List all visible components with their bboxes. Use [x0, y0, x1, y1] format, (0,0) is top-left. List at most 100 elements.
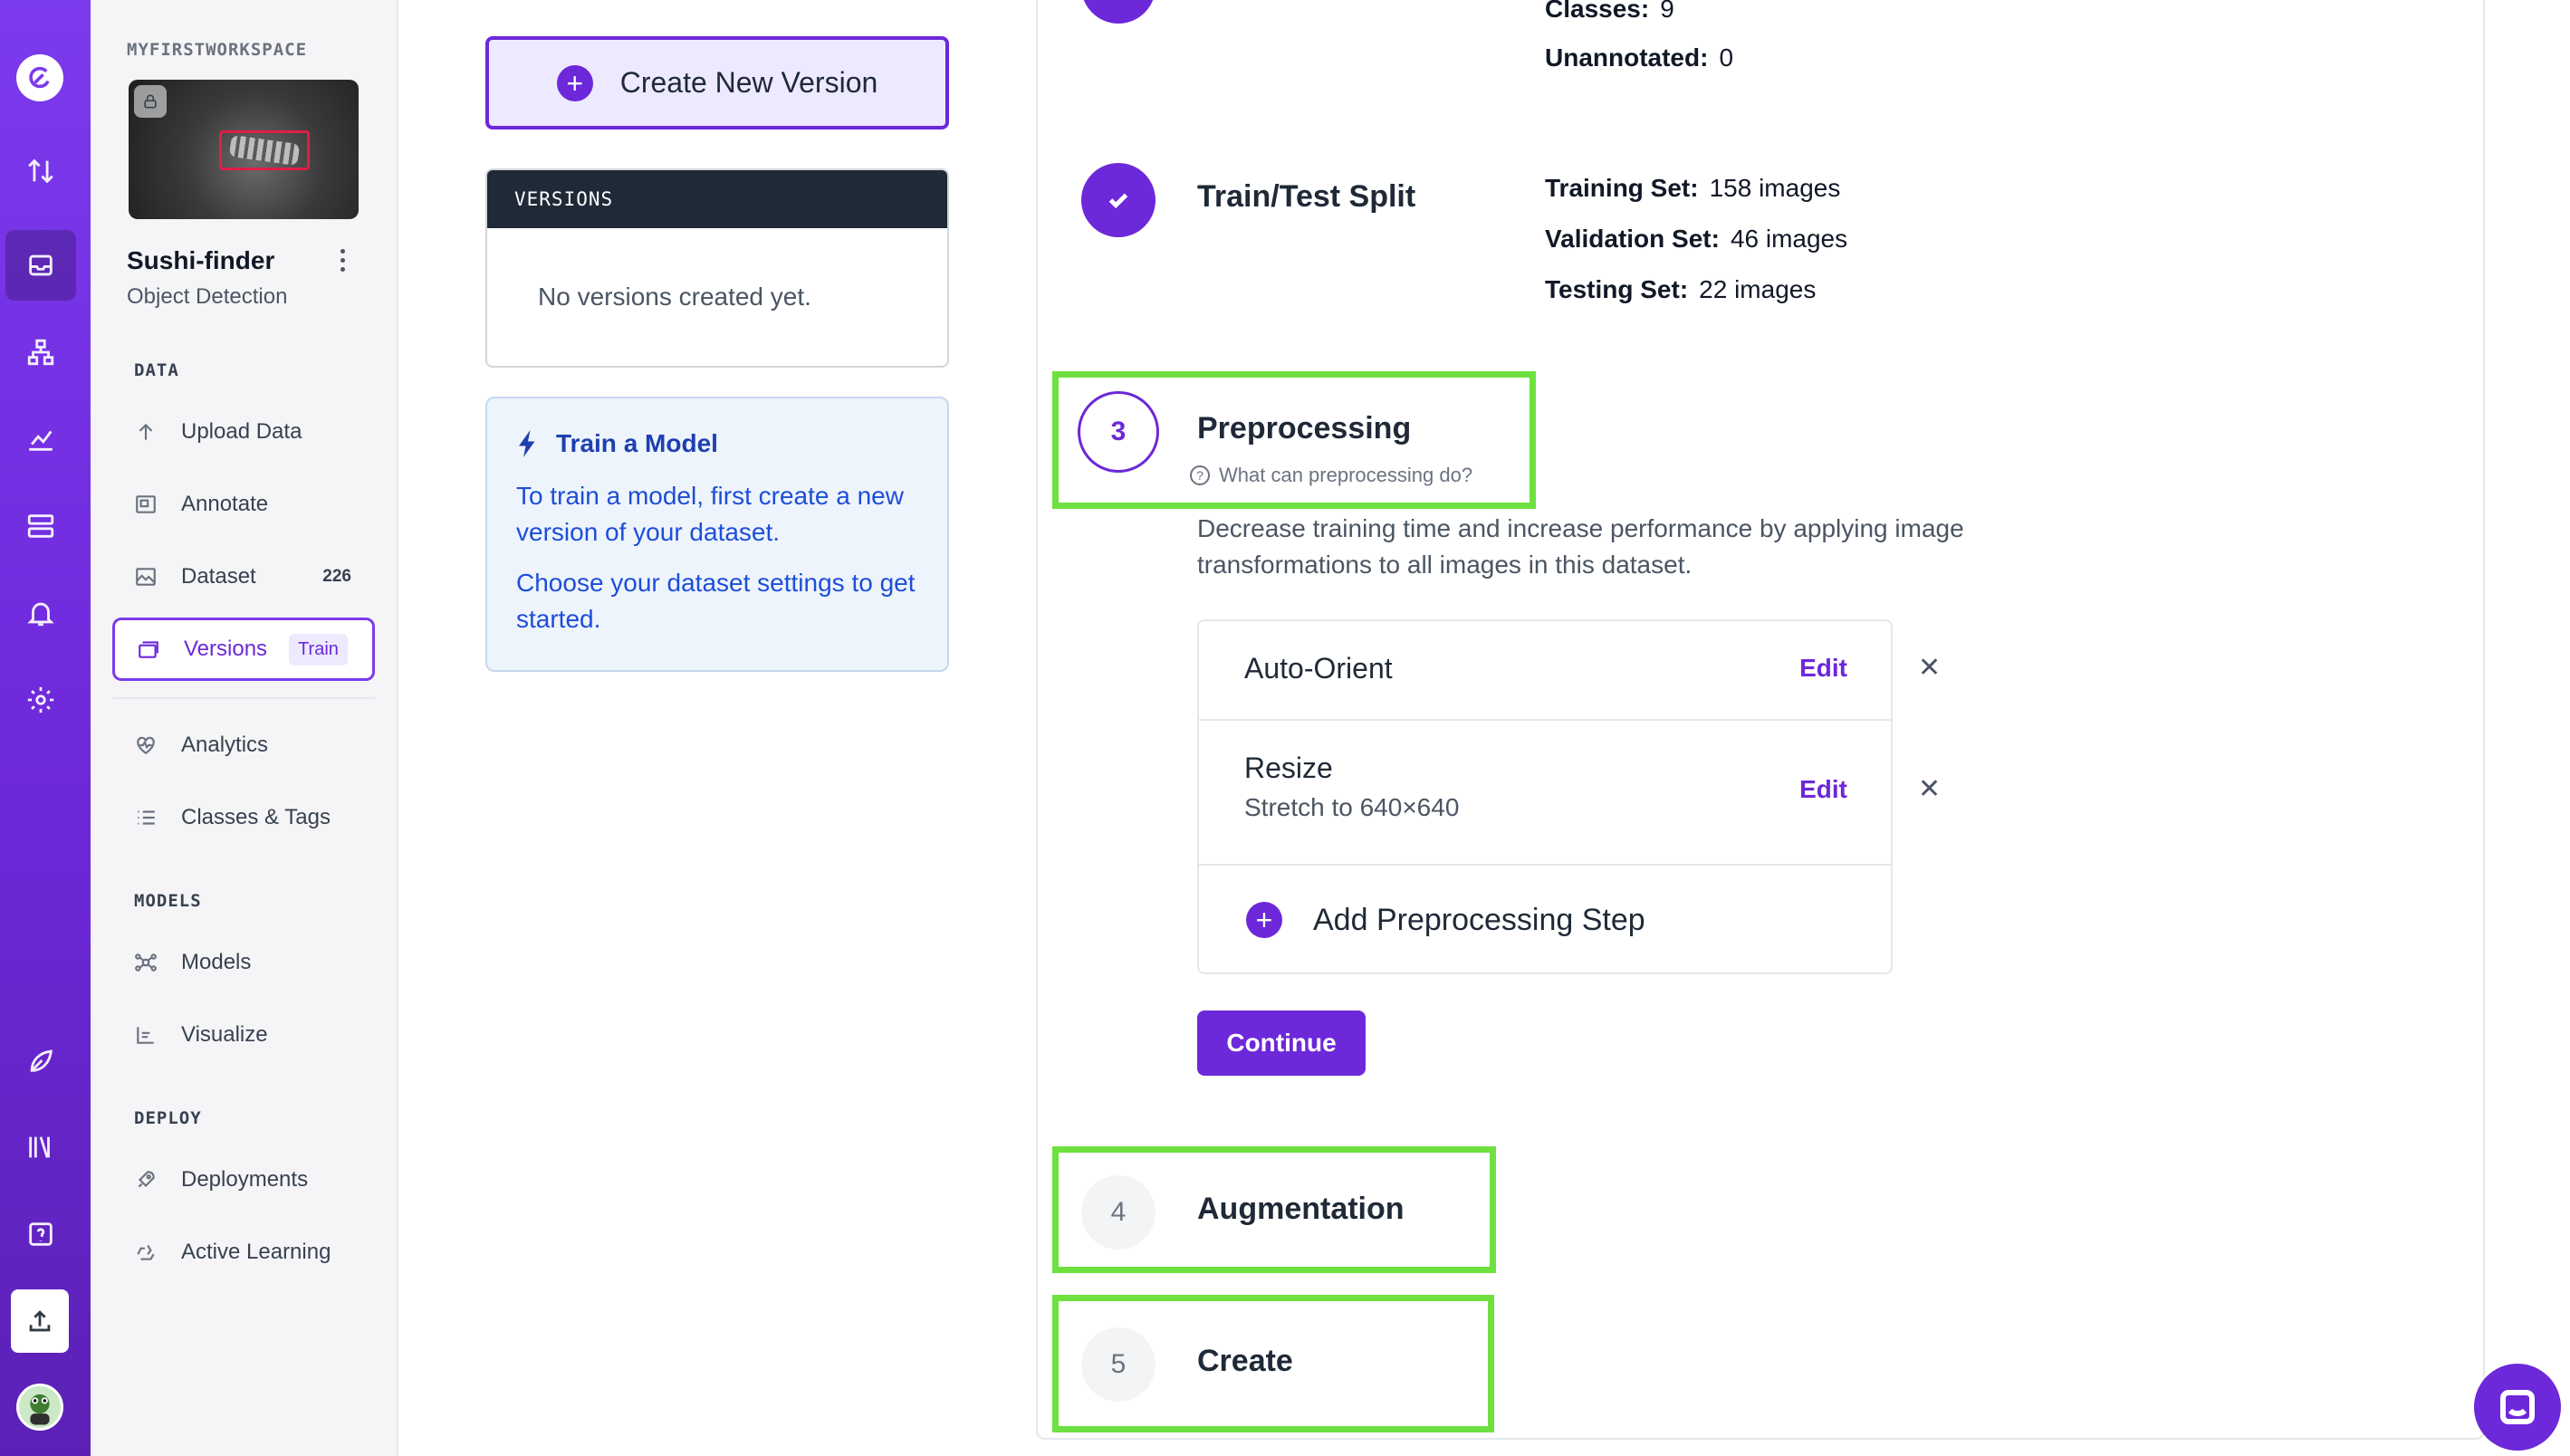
workspace-name[interactable]: MYFIRSTWORKSPACE [127, 40, 307, 60]
stat-training-set: Training Set: 158 images [1545, 174, 1840, 203]
chat-widget-button[interactable] [2474, 1364, 2561, 1451]
step-title-preprocessing[interactable]: Preprocessing [1197, 411, 1411, 446]
sidebar-item-annotate[interactable]: Annotate [112, 473, 375, 536]
sidebar-item-label: Visualize [181, 1022, 268, 1047]
sidebar-item-classes-tags[interactable]: Classes & Tags [112, 786, 375, 849]
sidebar-item-label: Versions [184, 637, 268, 661]
chat-icon [2500, 1390, 2535, 1424]
step-2-complete-icon [1081, 163, 1156, 237]
section-header-deploy: DEPLOY [134, 1108, 202, 1128]
preprocessing-step-resize: Resize Stretch to 640×640 Edit [1199, 721, 1891, 866]
sidebar-item-visualize[interactable]: Visualize [112, 1003, 375, 1067]
versions-header: VERSIONS [487, 170, 947, 228]
sidebar-item-deployments[interactable]: Deployments [112, 1148, 375, 1212]
stat-label: Training Set: [1545, 174, 1699, 202]
more-options-icon[interactable] [333, 246, 351, 273]
network-icon [135, 953, 157, 972]
hierarchy-icon[interactable] [5, 317, 76, 388]
sidebar-item-active-learning[interactable]: Active Learning [112, 1221, 375, 1284]
library-icon[interactable] [5, 1112, 76, 1183]
stat-validation-set: Validation Set: 46 images [1545, 225, 1847, 254]
train-model-title[interactable]: Train a Model [516, 429, 918, 458]
section-header-models: MODELS [134, 891, 202, 911]
settings-icon[interactable] [5, 665, 76, 735]
sidebar-item-label: Deployments [181, 1167, 309, 1192]
lock-icon [134, 85, 167, 118]
image-icon [136, 568, 156, 586]
preprocessing-steps-card: Auto-Orient Edit Resize Stretch to 640×6… [1197, 619, 1893, 974]
stat-value: 46 images [1730, 225, 1848, 253]
train-model-text-2: Choose your dataset settings to get star… [516, 569, 916, 633]
arrow-up-icon [139, 423, 153, 440]
sidebar-item-label: Models [181, 950, 252, 974]
project-sidebar: MYFIRSTWORKSPACE Sushi-finder Object Det… [91, 0, 398, 1456]
step-number-5: 5 [1081, 1327, 1156, 1402]
preprocessing-help-link[interactable]: ? What can preprocessing do? [1190, 464, 1472, 487]
add-preprocessing-step-label: Add Preprocessing Step [1313, 902, 1645, 937]
project-name: Sushi-finder [127, 246, 275, 274]
list-icon [138, 810, 155, 825]
stat-classes: Classes: 9 [1545, 0, 1674, 24]
inbox-icon[interactable] [5, 230, 76, 301]
heart-pulse-icon [137, 736, 155, 754]
versions-empty-message: No versions created yet. [538, 283, 811, 311]
logo-icon[interactable] [16, 54, 63, 101]
preprocessing-step-name: Resize [1244, 752, 1333, 784]
stat-testing-set: Testing Set: 22 images [1545, 275, 1816, 304]
analytics-icon[interactable] [5, 404, 76, 474]
project-type: Object Detection [127, 284, 288, 309]
edit-resize-button[interactable]: Edit [1799, 775, 1847, 804]
sidebar-item-label: Active Learning [181, 1240, 331, 1264]
upload-icon[interactable] [11, 1289, 69, 1353]
project-thumbnail[interactable] [129, 80, 359, 219]
step-title-create[interactable]: Create [1197, 1344, 1293, 1379]
remove-resize-icon[interactable]: ✕ [1918, 773, 1941, 805]
sidebar-item-versions[interactable]: Versions Train [112, 618, 375, 681]
plant-icon[interactable] [5, 1025, 76, 1096]
versions-icon [139, 641, 158, 658]
chart-icon [137, 1027, 154, 1044]
server-icon[interactable] [5, 491, 76, 561]
sidebar-item-analytics[interactable]: Analytics [112, 714, 375, 777]
continue-button[interactable]: Continue [1197, 1011, 1366, 1076]
help-text: What can preprocessing do? [1219, 464, 1473, 486]
stat-unannotated: Unannotated: 0 [1545, 43, 1733, 72]
user-avatar[interactable] [16, 1384, 63, 1431]
stat-label: Unannotated: [1545, 43, 1709, 72]
sidebar-item-models[interactable]: Models [112, 931, 375, 994]
edit-auto-orient-button[interactable]: Edit [1799, 654, 1847, 683]
help-icon[interactable] [5, 1199, 76, 1269]
icon-rail [0, 0, 91, 1456]
train-badge: Train [289, 633, 348, 666]
create-new-version-button[interactable]: + Create New Version [485, 36, 949, 129]
section-header-data: DATA [134, 360, 179, 380]
stat-value: 158 images [1709, 174, 1841, 202]
sort-icon[interactable] [5, 136, 76, 206]
train-model-card: Train a Model To train a model, first cr… [485, 397, 949, 672]
step-title-train-test-split[interactable]: Train/Test Split [1197, 179, 1415, 215]
versions-card: VERSIONS No versions created yet. [485, 168, 949, 368]
rocket-icon [138, 1171, 155, 1188]
sidebar-item-label: Analytics [181, 733, 269, 757]
sidebar-item-upload-data[interactable]: Upload Data [112, 400, 375, 464]
stat-value: 22 images [1699, 275, 1817, 303]
step-number-4: 4 [1081, 1175, 1156, 1250]
sidebar-item-dataset[interactable]: Dataset 226 [112, 545, 375, 608]
preprocessing-step-name: Auto-Orient [1244, 652, 1393, 685]
stat-label: Validation Set: [1545, 225, 1720, 253]
recycle-icon [137, 1244, 155, 1260]
stat-value: 0 [1719, 43, 1734, 72]
step-title-augmentation[interactable]: Augmentation [1197, 1192, 1405, 1227]
plus-icon: + [1246, 902, 1282, 938]
sidebar-item-label: Annotate [181, 492, 269, 516]
remove-auto-orient-icon[interactable]: ✕ [1918, 652, 1941, 684]
add-preprocessing-step-button[interactable]: + Add Preprocessing Step [1246, 902, 1645, 938]
train-model-title-text: Train a Model [556, 429, 718, 457]
stat-value: 9 [1660, 0, 1674, 23]
bell-icon[interactable] [5, 578, 76, 648]
step-number-3: 3 [1078, 391, 1159, 473]
sidebar-divider [112, 697, 375, 699]
lightning-icon [519, 430, 535, 457]
dataset-count-badge: 226 [322, 567, 351, 586]
train-model-text-1: To train a model, first create a new ver… [516, 482, 904, 546]
